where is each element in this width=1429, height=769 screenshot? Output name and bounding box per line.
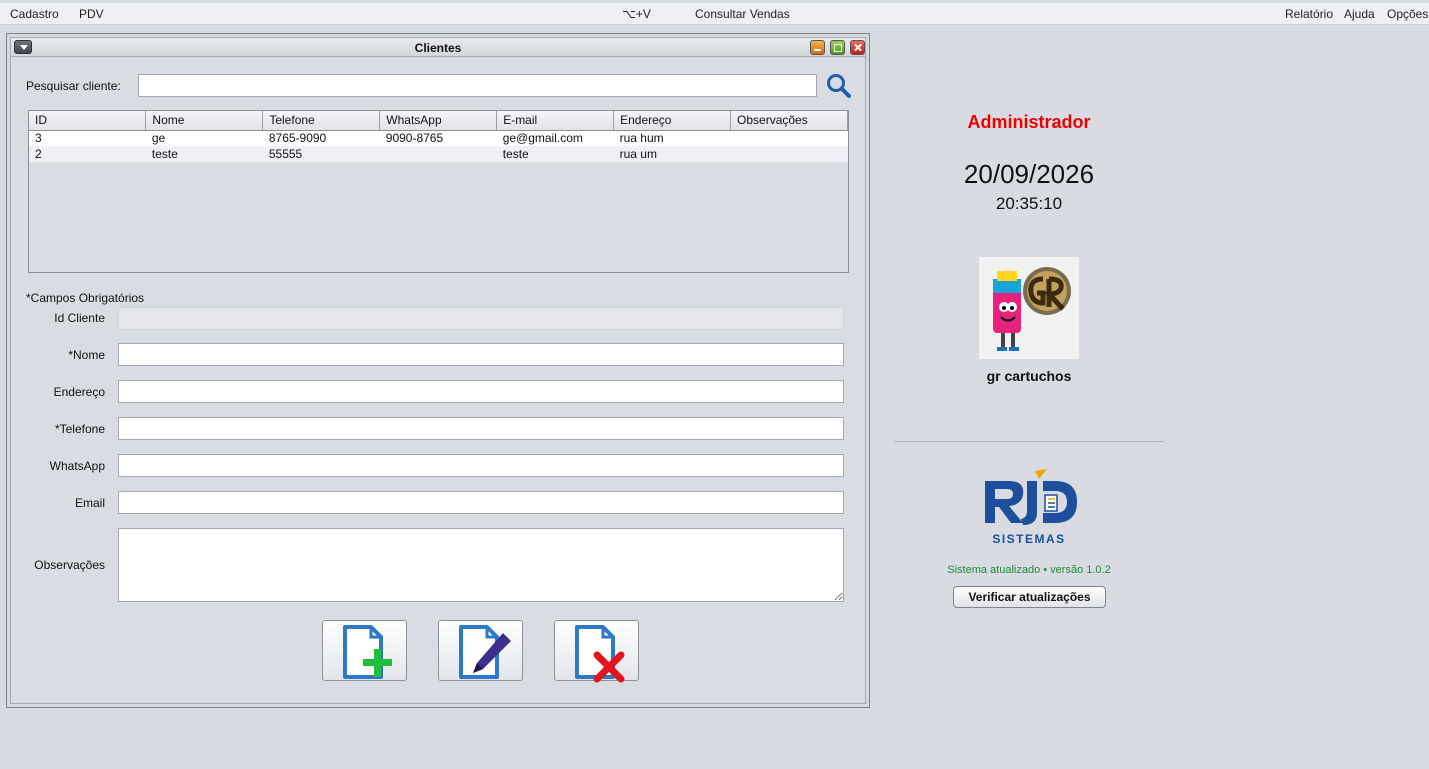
table-row[interactable]: 2 teste 55555 teste rua um (29, 146, 848, 162)
required-fields-note: *Campos Obrigatórios (26, 291, 145, 305)
menu-opcoes[interactable]: Opções (1387, 7, 1428, 21)
email-field[interactable] (118, 491, 844, 514)
column-header-endereco[interactable]: Endereço (613, 111, 732, 131)
edit-button[interactable] (438, 620, 523, 681)
cell-id: 2 (29, 146, 146, 162)
cell-endereco: rua um (613, 146, 731, 162)
search-label: Pesquisar cliente: (26, 79, 121, 93)
column-header-email[interactable]: E-mail (496, 111, 615, 131)
telefone-label: *Telefone (54, 422, 105, 436)
current-date: 20/09/2026 (963, 159, 1095, 189)
cell-observacoes (730, 130, 848, 146)
id-cliente-label: Id Cliente (54, 311, 105, 325)
search-input[interactable] (138, 74, 817, 97)
menu-consultar-vendas[interactable]: Consultar Vendas (695, 7, 790, 21)
delete-button[interactable] (554, 620, 639, 683)
nome-label: *Nome (68, 348, 105, 362)
cell-email: ge@gmail.com (496, 130, 614, 146)
endereco-field[interactable] (118, 380, 844, 403)
endereco-label: Endereço (53, 385, 105, 399)
cell-observacoes (730, 146, 848, 162)
menu-relatorio[interactable]: Relatório (1285, 7, 1333, 21)
menu-pdv[interactable]: PDV (79, 7, 104, 21)
table-row[interactable]: 3 ge 8765-9090 9090-8765 ge@gmail.com ru… (29, 130, 848, 146)
cell-email: teste (496, 146, 614, 162)
cell-nome: ge (145, 130, 263, 146)
rjd-sistemas-logo: SISTEMAS (979, 467, 1083, 547)
search-icon[interactable] (825, 72, 853, 100)
menubar: Cadastro PDV ⌥+V Consultar Vendas Relató… (0, 3, 1429, 25)
whatsapp-label: WhatsApp (49, 459, 105, 473)
cell-nome: teste (145, 146, 263, 162)
cell-telefone: 8765-9090 (262, 130, 380, 146)
cell-whatsapp: 9090-8765 (379, 130, 497, 146)
check-updates-button[interactable]: Verificar atualizações (953, 586, 1106, 608)
menu-cadastro[interactable]: Cadastro (10, 7, 59, 21)
clients-table[interactable]: ID Nome Telefone WhatsApp E-mail Endereç… (28, 110, 849, 273)
maximize-icon[interactable] (830, 40, 845, 55)
window-title: Clientes (414, 41, 462, 55)
column-header-nome[interactable]: Nome (145, 111, 264, 131)
menu-shortcut[interactable]: ⌥+V (622, 7, 651, 21)
store-name: gr cartuchos (986, 368, 1072, 384)
store-logo (979, 257, 1079, 359)
current-time: 20:35:10 (995, 194, 1063, 213)
window-titlebar[interactable]: Clientes (11, 38, 865, 57)
column-header-telefone[interactable]: Telefone (262, 111, 381, 131)
close-icon[interactable] (850, 40, 865, 55)
menu-ajuda[interactable]: Ajuda (1344, 7, 1375, 21)
observacoes-label: Observações (34, 558, 105, 572)
nome-field[interactable] (118, 343, 844, 366)
clientes-window: Clientes Pesquisar cliente: ID Nome Tele… (6, 33, 870, 708)
id-cliente-field (118, 307, 844, 330)
cell-whatsapp (379, 146, 497, 162)
table-header: ID Nome Telefone WhatsApp E-mail Endereç… (29, 111, 848, 131)
whatsapp-field[interactable] (118, 454, 844, 477)
cell-telefone: 55555 (262, 146, 380, 162)
column-header-observacoes[interactable]: Observações (730, 111, 848, 131)
column-header-id[interactable]: ID (29, 111, 147, 131)
version-status: Sistema atualizado • versão 1.0.2 (947, 564, 1111, 576)
cell-id: 3 (29, 130, 146, 146)
divider (894, 441, 1164, 442)
user-role: Administrador (967, 112, 1091, 132)
clientes-window-body: Clientes Pesquisar cliente: ID Nome Tele… (10, 37, 866, 704)
telefone-field[interactable] (118, 417, 844, 440)
add-button[interactable] (322, 620, 407, 681)
brand-logo-text: SISTEMAS (992, 532, 1065, 546)
email-label: Email (74, 496, 105, 510)
observacoes-field[interactable] (118, 528, 844, 602)
column-header-whatsapp[interactable]: WhatsApp (379, 111, 498, 131)
cell-endereco: rua hum (613, 130, 731, 146)
minimize-icon[interactable] (810, 40, 825, 55)
